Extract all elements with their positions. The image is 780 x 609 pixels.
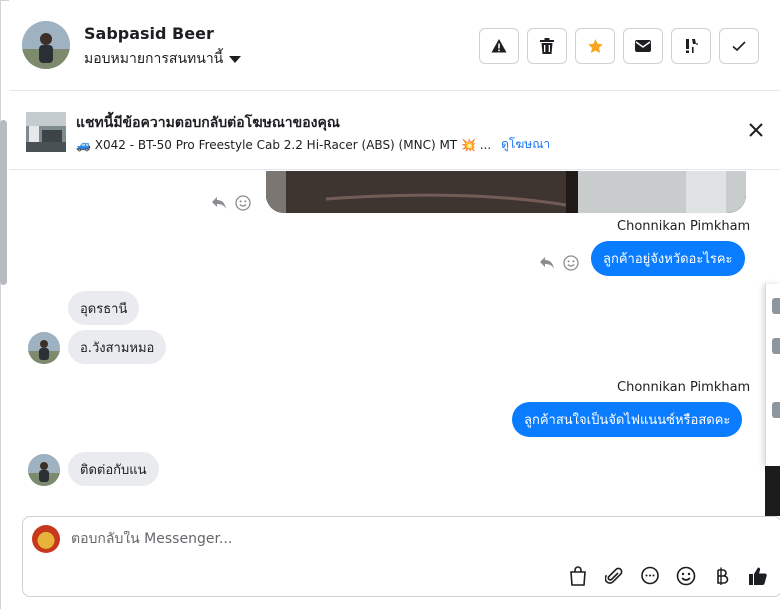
conversation-scrollbar[interactable] [0,120,7,285]
assign-label: มอบหมายการสนทนานี้ [84,51,224,67]
conversation-toolbar [479,28,759,64]
baht-icon[interactable] [711,565,733,587]
ad-banner-subtitle: 🚙 X042 - BT-50 Pro Freestyle Cab 2.2 Hi-… [76,135,550,154]
trash-icon [540,38,554,54]
mark-done-button[interactable] [719,28,759,64]
sender-name: Chonnikan Pimkham [617,380,751,395]
speech-bubble-icon[interactable] [639,565,661,587]
page-avatar [32,525,60,553]
side-panel-footer [765,466,780,516]
close-banner-button[interactable] [746,120,766,140]
close-icon [749,123,763,137]
assign-conversation-dropdown[interactable]: มอบหมายการสนทนานี้ [84,48,242,70]
warning-icon [491,39,507,53]
side-panel-edge[interactable] [765,284,780,466]
star-button[interactable] [575,28,615,64]
composer-toolbar [567,565,769,587]
emoji-react-icon[interactable] [563,255,579,271]
thumbs-up-icon[interactable] [747,565,769,587]
contact-avatar-small[interactable] [28,454,60,486]
contact-avatar-small[interactable] [28,332,60,364]
exclamation-icon [686,39,698,53]
view-ad-link[interactable]: ดูโฆษณา [501,135,550,154]
incoming-message[interactable]: ติดต่อกับแน [68,452,159,486]
chevron-down-icon [229,55,242,63]
conversation-header: Sabpasid Beer มอบหมายการสนทนานี้ [9,0,780,91]
sender-name: Chonnikan Pimkham [617,219,751,234]
reply-icon[interactable] [211,196,227,210]
message-composer [22,516,780,597]
check-icon [732,41,746,52]
report-spam-button[interactable] [479,28,519,64]
mark-unread-button[interactable] [623,28,663,64]
ad-description: 🚙 X042 - BT-50 Pro Freestyle Cab 2.2 Hi-… [76,137,492,152]
follow-up-button[interactable] [671,28,711,64]
incoming-message[interactable]: อ.วังสามหมอ [68,330,167,364]
side-panel-avatar [772,338,780,354]
delete-button[interactable] [527,28,567,64]
shopping-bag-icon[interactable] [567,565,589,587]
ad-thumbnail[interactable] [26,112,66,152]
message-actions [539,255,579,271]
paperclip-icon[interactable] [603,565,625,587]
photo-attachment[interactable] [266,171,746,213]
ad-banner-title: แชทนี้มีข้อความตอบกลับต่อโฆษณาของคุณ [76,115,340,131]
envelope-icon [635,40,651,52]
photo-message-actions [211,195,251,211]
emoji-icon[interactable] [675,565,697,587]
incoming-message[interactable]: อุดรธานี [68,291,140,325]
star-icon [587,38,603,53]
reply-input[interactable] [71,531,671,547]
side-panel-avatar [772,402,780,418]
outgoing-message[interactable]: ลูกค้าสนใจเป็นจัดไฟแนนซ์หรือสดคะ [512,402,743,437]
outgoing-message[interactable]: ลูกค้าอยู่จังหวัดอะไรคะ [591,241,745,276]
contact-name: Sabpasid Beer [84,24,214,43]
side-panel-avatar [772,298,780,314]
reply-icon[interactable] [539,256,555,270]
ad-reply-banner: แชทนี้มีข้อความตอบกลับต่อโฆษณาของคุณ 🚙 X… [9,92,780,170]
contact-avatar[interactable] [22,21,70,69]
emoji-react-icon[interactable] [235,195,251,211]
